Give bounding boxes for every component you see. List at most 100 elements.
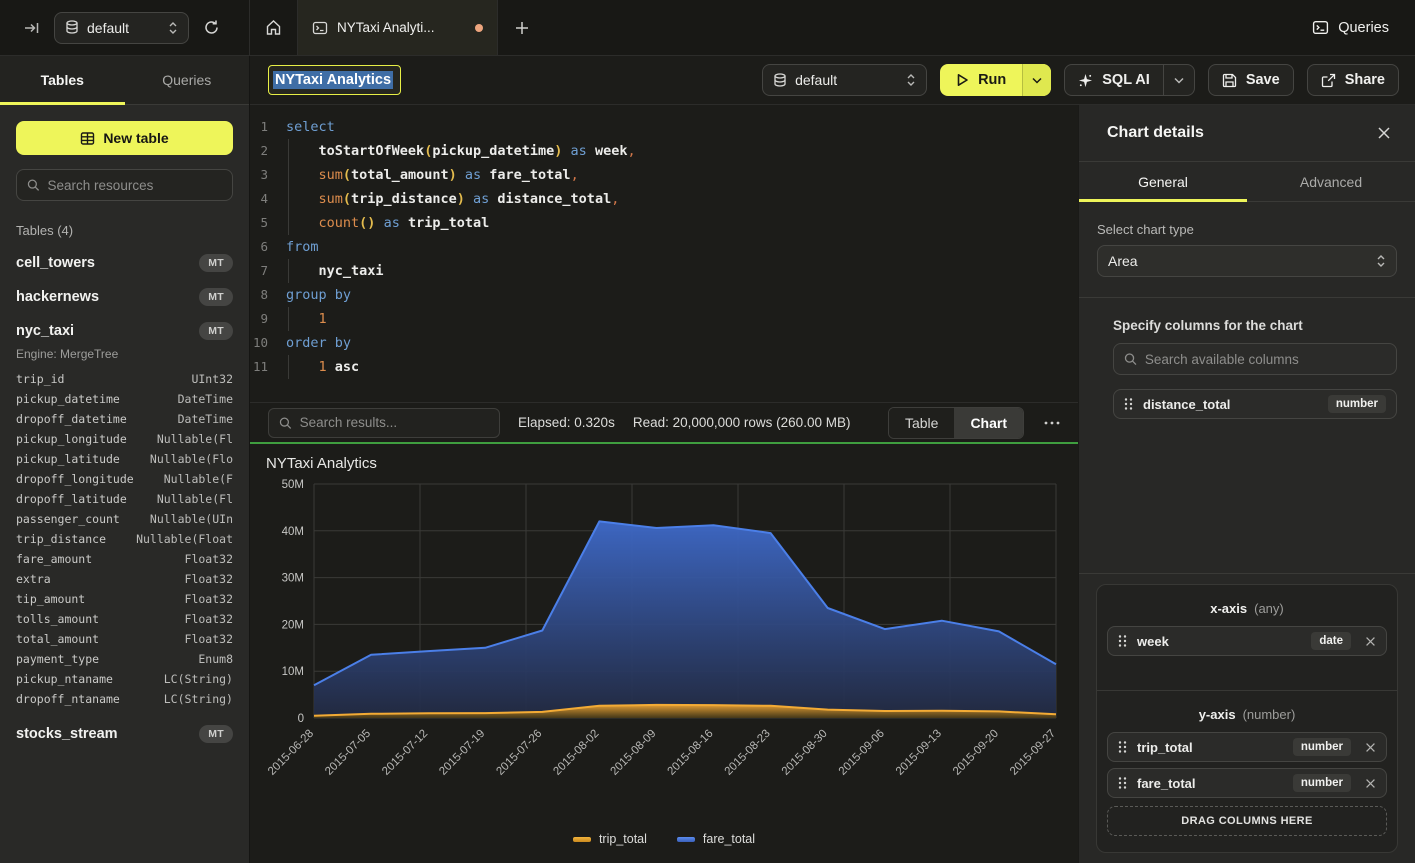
- x-tick-label: 2015-09-13: [894, 728, 944, 778]
- chart-view-button[interactable]: Chart: [954, 408, 1023, 438]
- results-search[interactable]: [268, 408, 500, 438]
- x-tick-label: 2015-08-16: [666, 728, 716, 778]
- y-axis-item-trip-total[interactable]: trip_total number: [1107, 732, 1387, 762]
- save-button[interactable]: Save: [1208, 64, 1294, 96]
- sidebar-tab-tables[interactable]: Tables: [0, 56, 125, 104]
- terminal-icon: [1312, 19, 1329, 36]
- panel-tab-advanced[interactable]: Advanced: [1247, 162, 1415, 201]
- top-bar: default NYTaxi Analyti...: [0, 0, 1415, 56]
- column-row: trip_idUInt32: [16, 369, 233, 389]
- line-number: 5: [250, 211, 278, 235]
- database-selector[interactable]: default: [54, 12, 189, 44]
- sql-ai-options-button[interactable]: [1163, 65, 1194, 95]
- column-row: dropoff_datetimeDateTime: [16, 409, 233, 429]
- chart-legend: trip_total fare_total: [250, 830, 1078, 846]
- elapsed-stat: Elapsed: 0.320s: [518, 415, 615, 430]
- code-content: sum(trip_distance) as distance_total,: [278, 187, 619, 211]
- engine-detail: Engine: MergeTree: [16, 347, 233, 361]
- close-panel-button[interactable]: [1377, 126, 1391, 140]
- remove-column-button[interactable]: [1363, 636, 1378, 647]
- table-row[interactable]: hackernewsMT: [16, 288, 233, 306]
- chart-type-selector[interactable]: Area: [1097, 245, 1397, 277]
- panel-body: Select chart type Area Specify columns f…: [1079, 202, 1415, 863]
- code-line: 6from: [250, 235, 1078, 259]
- table-row[interactable]: cell_towers MT: [16, 254, 233, 272]
- line-number: 6: [250, 235, 278, 259]
- x-axis-section: x-axis(any) week date: [1097, 585, 1397, 690]
- results-more-button[interactable]: [1042, 421, 1062, 425]
- y-tick-label: 40M: [282, 526, 304, 538]
- run-database-selector[interactable]: default: [762, 64, 927, 96]
- x-tick-label: 2015-07-12: [380, 728, 430, 778]
- table-row[interactable]: nyc_taxiMT: [16, 322, 233, 340]
- x-tick-label: 2015-07-26: [494, 728, 544, 778]
- legend-label: trip_total: [599, 832, 647, 846]
- query-tab[interactable]: NYTaxi Analyti...: [298, 0, 498, 55]
- new-table-button-label: New table: [103, 130, 168, 146]
- drop-zone[interactable]: DRAG COLUMNS HERE: [1107, 806, 1387, 836]
- search-icon: [1124, 352, 1137, 366]
- engine-badge: MT: [199, 254, 233, 272]
- code-line: 3 sum(total_amount) as fare_total,: [250, 163, 1078, 187]
- y-axis-item-fare-total[interactable]: fare_total number: [1107, 768, 1387, 798]
- panel-spacer: [1079, 419, 1415, 573]
- column-row: total_amountFloat32: [16, 629, 233, 649]
- refresh-button[interactable]: [199, 15, 224, 40]
- share-button[interactable]: Share: [1307, 64, 1399, 96]
- sidebar-tab-queries[interactable]: Queries: [125, 56, 250, 104]
- panel-title: Chart details: [1107, 124, 1204, 142]
- close-icon: [1365, 742, 1376, 753]
- x-axis-item-week[interactable]: week date: [1107, 626, 1387, 656]
- table-view-button[interactable]: Table: [889, 408, 954, 438]
- read-stat: Read: 20,000,000 rows (260.00 MB): [633, 415, 851, 430]
- line-number: 3: [250, 163, 278, 187]
- close-icon: [1377, 126, 1391, 140]
- run-button[interactable]: Run: [940, 64, 1022, 96]
- table-name: cell_towers: [16, 255, 95, 271]
- sql-editor[interactable]: 1select2 toStartOfWeek(pickup_datetime) …: [250, 105, 1078, 402]
- column-name: dropoff_datetime: [16, 409, 127, 429]
- table-name: hackernews: [16, 289, 99, 305]
- code-line: 9 1: [250, 307, 1078, 331]
- results-search-input[interactable]: [300, 415, 489, 430]
- x-tick-label: 2015-09-27: [1008, 728, 1058, 778]
- code-line: 2 toStartOfWeek(pickup_datetime) as week…: [250, 139, 1078, 163]
- y-tick-label: 50M: [282, 479, 304, 491]
- new-tab-button[interactable]: [498, 0, 546, 55]
- column-type: Enum8: [198, 649, 233, 669]
- table-name: nyc_taxi: [16, 323, 74, 339]
- sql-ai-button[interactable]: SQL AI: [1064, 64, 1195, 96]
- run-options-button[interactable]: [1022, 64, 1051, 96]
- legend-item-fare-total[interactable]: fare_total: [677, 832, 755, 846]
- column-name: total_amount: [16, 629, 99, 649]
- column-name: trip_id: [16, 369, 64, 389]
- code-content: from: [278, 235, 319, 259]
- code-line: 4 sum(trip_distance) as distance_total,: [250, 187, 1078, 211]
- code-content: nyc_taxi: [278, 259, 384, 283]
- column-name: pickup_longitude: [16, 429, 127, 449]
- queries-button[interactable]: Queries: [1312, 19, 1389, 36]
- column-name: dropoff_ntaname: [16, 689, 120, 709]
- sidebar-search[interactable]: [16, 169, 233, 201]
- panel-tab-general[interactable]: General: [1079, 162, 1247, 201]
- remove-column-button[interactable]: [1363, 778, 1378, 789]
- remove-column-button[interactable]: [1363, 742, 1378, 753]
- column-row: pickup_longitudeNullable(Fl: [16, 429, 233, 449]
- collapse-sidebar-button[interactable]: [20, 16, 44, 40]
- collapse-sidebar-icon: [24, 20, 40, 36]
- new-table-button[interactable]: New table: [16, 121, 233, 155]
- engine-badge: MT: [199, 725, 233, 743]
- columns-search[interactable]: [1113, 343, 1397, 375]
- available-column-distance-total[interactable]: distance_total number: [1113, 389, 1397, 419]
- home-button[interactable]: [250, 0, 298, 55]
- query-toolbar: NYTaxi Analytics default Run: [250, 56, 1415, 105]
- topbar-left: default: [0, 0, 250, 55]
- code-line: 5 count() as trip_total: [250, 211, 1078, 235]
- legend-item-trip-total[interactable]: trip_total: [573, 832, 647, 846]
- axis-column-name: fare_total: [1137, 776, 1196, 791]
- table-row[interactable]: stocks_streamMT: [16, 725, 233, 743]
- columns-search-input[interactable]: [1145, 352, 1386, 367]
- query-title-input[interactable]: NYTaxi Analytics: [268, 65, 401, 95]
- code-content: toStartOfWeek(pickup_datetime) as week,: [278, 139, 636, 163]
- sidebar-search-input[interactable]: [48, 178, 222, 193]
